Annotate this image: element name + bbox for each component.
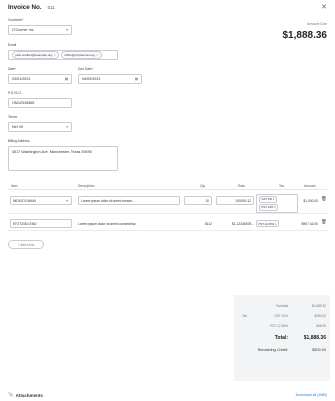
close-icon: × [96,53,99,57]
description-field[interactable]: Lorem ipsum dolor sit amet consectetur. [78,219,180,228]
close-icon: × [53,53,56,57]
description-field[interactable]: Lorem ipsum dolor sit amet consec... [78,196,180,205]
billing-address-field[interactable]: 4517 Washington Ave. Manchester, Texas 3… [8,146,118,171]
column-header-amount: Amount [304,183,316,188]
close-icon[interactable]: ✕ [321,3,327,11]
terms-label: Terms [8,115,17,119]
amount-due-value: $1,888.36 [282,30,328,41]
email-label: Email [8,43,17,47]
attachments-header: 📎 Attachments [8,392,43,398]
email-chip[interactable]: office@myinternet.org × [61,51,102,59]
attachments-title: Attachments [15,392,43,398]
tax-tag[interactable]: PST 12% × [259,203,279,211]
due-date-label: Due Date* [78,67,94,71]
chevron-down-icon: ▾ [66,125,68,129]
add-line-button[interactable]: + Add a line [8,240,44,249]
customer-label: Customer* [8,18,24,22]
item-select[interactable]: EFZT2082-END [10,219,72,228]
calendar-icon: ▦ [134,77,138,81]
invoice-header: Invoice No. 011 ✕ [0,0,335,14]
tax-tag[interactable]: GST 6% × [259,195,277,203]
page-title: Invoice No. [8,3,42,11]
invoice-number: 011 [47,4,55,10]
due-date-field[interactable]: 04/09/2021 ▦ [78,74,142,84]
amount-value: $907.42.00 [301,221,318,226]
totals-panel: Subtotal $1,589.32 GST 10% $250.00 PST 12.… [234,295,330,381]
po-field[interactable]: OM12345665 [8,98,72,108]
column-header-qty: Qty [200,183,206,188]
po-label: P.O./S.O. [8,91,22,95]
trash-icon[interactable]: 🗑 [321,196,327,202]
rate-field[interactable]: $1,12345678... [216,219,254,228]
date-field[interactable]: 03/01/2021 ▦ [8,74,72,84]
chevron-down-icon: ▾ [66,198,68,203]
calendar-icon: ▦ [64,77,68,81]
amount-due-label: Amount Due [307,22,327,26]
column-header-tax: Tax [279,183,285,188]
column-header-rate: Rate [238,183,245,188]
items-table-header: Item Description Qty Rate Tax Amount [8,182,327,190]
paperclip-icon: 📎 [8,392,14,397]
date-label: Date* [8,67,17,71]
chevron-down-icon: ▾ [66,28,68,32]
table-row: INDIGO3-MAIN ▾ Lorem ipsum dolor sit ame… [8,192,327,214]
billing-address-label: Billing Address [8,139,30,143]
qty-field[interactable]: 8112 [184,219,212,228]
email-field[interactable]: jack.soulher@example.org × office@myinter… [8,50,118,60]
tax-select[interactable]: GST 6% × PST 12% × [256,193,298,213]
item-select[interactable]: INDIGO3-MAIN ▾ [10,196,72,205]
download-all-link[interactable]: Download all (1MB) [296,393,327,397]
rate-field[interactable]: 100000.12 [216,196,254,205]
tax-select[interactable]: PST 12.25% × [256,219,298,228]
column-header-item: Item [11,183,18,188]
qty-field[interactable]: 10 [184,196,212,205]
tax-tag[interactable]: PST 12.25% × [256,220,280,227]
column-header-description: Description [78,183,95,188]
customer-select[interactable]: O'Conner Inc ▾ [8,25,72,35]
tax-label: Tax [242,314,248,318]
terms-select[interactable]: Net 30 ▾ [8,122,72,132]
customer-value: O'Conner Inc [12,28,34,32]
email-chip[interactable]: jack.soulher@example.org × [12,51,59,59]
trash-icon[interactable]: 🗑 [321,219,327,225]
amount-value: $1,000.00 [303,198,318,203]
table-row: EFZT2082-END Lorem ipsum dolor sit amet … [8,216,327,231]
